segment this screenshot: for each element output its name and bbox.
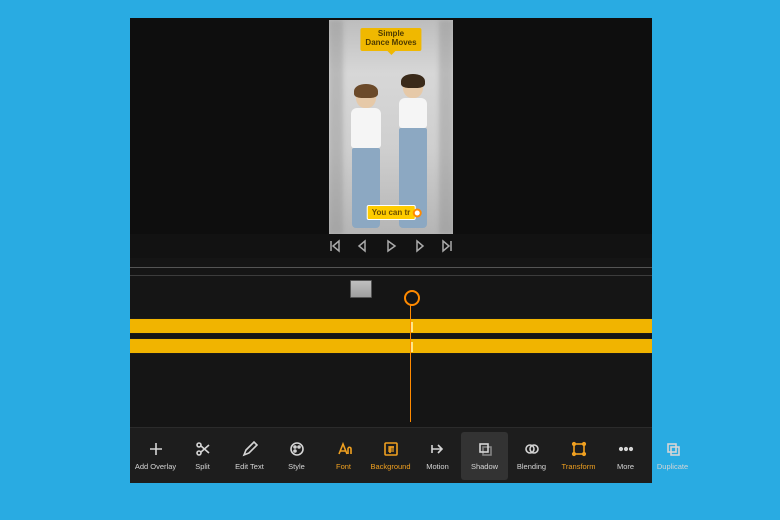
tool-label: Edit Text xyxy=(235,462,264,471)
more-icon xyxy=(617,440,635,458)
palette-icon xyxy=(288,440,306,458)
resize-handle-icon[interactable] xyxy=(412,208,421,217)
scissors-icon xyxy=(194,440,212,458)
background-button[interactable]: Background xyxy=(367,432,414,480)
shadow-icon xyxy=(476,440,494,458)
skip-start-icon xyxy=(328,239,342,253)
shadow-button[interactable]: Shadow xyxy=(461,432,508,480)
tool-label: Transform xyxy=(562,462,596,471)
transform-button[interactable]: Transform xyxy=(555,432,602,480)
tool-label: Add Overlay xyxy=(135,462,176,471)
next-frame-icon xyxy=(412,239,426,253)
edit-text-button[interactable]: Edit Text xyxy=(226,432,273,480)
more-button[interactable]: More xyxy=(602,432,649,480)
plus-icon xyxy=(147,440,165,458)
prev-frame-button[interactable] xyxy=(356,239,370,253)
tool-label: Style xyxy=(288,462,305,471)
skip-end-icon xyxy=(440,239,454,253)
skip-end-button[interactable] xyxy=(440,239,454,253)
tool-label: Duplicate xyxy=(657,462,688,471)
play-icon xyxy=(384,239,398,253)
tool-label: More xyxy=(617,462,634,471)
prev-frame-icon xyxy=(356,239,370,253)
caption-bottom-text: You can tr xyxy=(372,208,411,217)
transform-icon xyxy=(570,440,588,458)
skip-start-button[interactable] xyxy=(328,239,342,253)
tool-label: Blending xyxy=(517,462,546,471)
motion-button[interactable]: Motion xyxy=(414,432,461,480)
blending-icon xyxy=(523,440,541,458)
bottom-toolbar: Add Overlay Split Edit Text Style Font B… xyxy=(130,427,652,483)
play-button[interactable] xyxy=(384,239,398,253)
blending-button[interactable]: Blending xyxy=(508,432,555,480)
caption-top[interactable]: Simple Dance Moves xyxy=(360,28,421,51)
tool-label: Background xyxy=(370,462,410,471)
font-button[interactable]: Font xyxy=(320,432,367,480)
text-track-1[interactable] xyxy=(130,318,652,334)
playhead[interactable] xyxy=(410,296,411,422)
add-overlay-button[interactable]: Add Overlay xyxy=(132,432,179,480)
tool-label: Shadow xyxy=(471,462,498,471)
preview-area: Simple Dance Moves You can tr xyxy=(130,18,652,234)
next-frame-button[interactable] xyxy=(412,239,426,253)
video-clip-thumbnail[interactable] xyxy=(350,280,372,298)
style-button[interactable]: Style xyxy=(273,432,320,480)
caption-bottom[interactable]: You can tr xyxy=(367,205,416,220)
caption-top-line2: Dance Moves xyxy=(365,38,416,47)
playback-controls xyxy=(130,234,652,258)
tool-label: Motion xyxy=(426,462,449,471)
tool-label: Split xyxy=(195,462,210,471)
pencil-icon xyxy=(241,440,259,458)
motion-icon xyxy=(429,440,447,458)
timeline-ruler[interactable] xyxy=(130,258,652,276)
text-track-2[interactable] xyxy=(130,338,652,354)
background-icon xyxy=(382,440,400,458)
caption-top-line1: Simple xyxy=(378,29,404,38)
timeline[interactable] xyxy=(130,258,652,427)
duplicate-button[interactable]: Duplicate xyxy=(649,432,696,480)
video-editor-window: Simple Dance Moves You can tr xyxy=(130,18,652,483)
video-preview[interactable]: Simple Dance Moves You can tr xyxy=(329,20,453,234)
tool-label: Font xyxy=(336,462,351,471)
duplicate-icon xyxy=(664,440,682,458)
split-button[interactable]: Split xyxy=(179,432,226,480)
font-icon xyxy=(335,440,353,458)
